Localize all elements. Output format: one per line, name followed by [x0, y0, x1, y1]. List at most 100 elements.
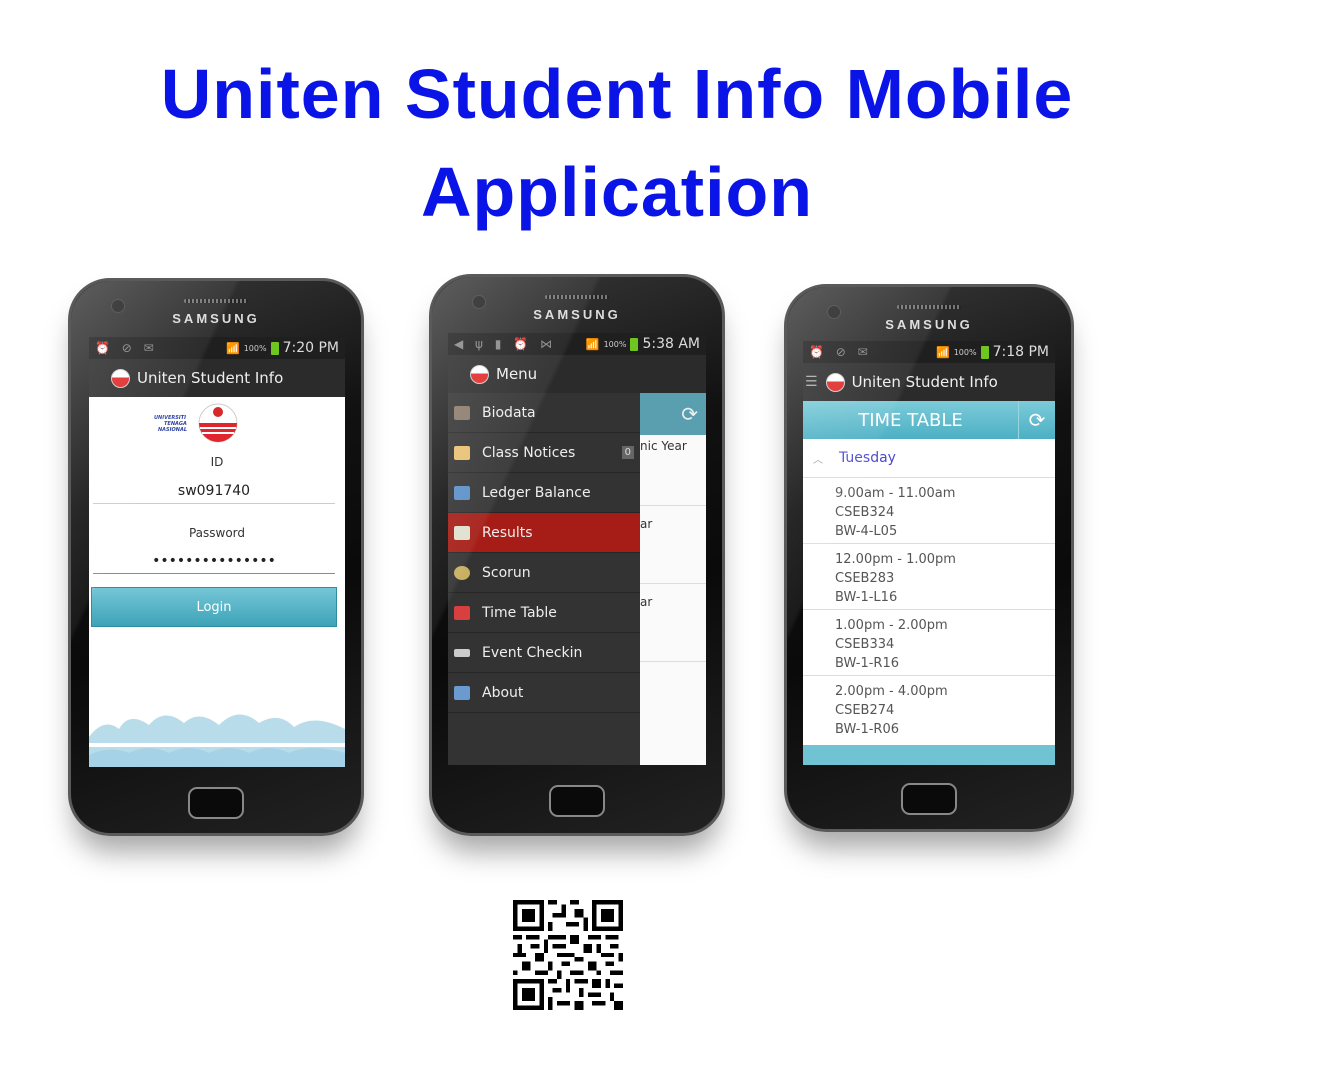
slot-room: BW-1-R06 [835, 722, 900, 737]
id-label: ID [210, 455, 224, 469]
day-header[interactable]: ︿ Tuesday [803, 439, 1055, 478]
menu-item-time-table[interactable]: Time Table [448, 593, 640, 633]
home-button[interactable] [549, 785, 605, 817]
slot-time: 12.00pm - 1.00pm [835, 552, 956, 567]
navigation-drawer: Biodata Class Notices 0 Ledger Balance R… [448, 393, 640, 765]
slot-code: CSEB324 [835, 505, 895, 520]
status-bar: ⏰ ⊘ ✉ 📶 100% 7:18 PM [803, 341, 1055, 363]
battery-percent: 100% [243, 343, 267, 353]
phone-login: SAMSUNG ⏰ ⊘ ✉ 📶 100% 7:20 PM Uniten Stud… [68, 278, 364, 836]
menu-item-label: Class Notices [482, 444, 576, 461]
menu-title: Menu [496, 365, 538, 383]
background-text: ar [640, 517, 653, 531]
university-logo: UNIVERSITI TENAGA NASIONAL [154, 403, 238, 443]
menu-item-event-checkin[interactable]: Event Checkin [448, 633, 640, 673]
menu-item-label: About [482, 684, 524, 701]
speaker-grille [897, 305, 961, 309]
calendar-icon [454, 605, 470, 620]
status-bar: ⏰ ⊘ ✉ 📶 100% 7:20 PM [89, 337, 345, 359]
menu-item-label: Ledger Balance [482, 484, 591, 501]
notepad-icon [454, 445, 470, 460]
app-title: Uniten Student Info [851, 373, 998, 391]
slot-time: 1.00pm - 2.00pm [835, 618, 948, 633]
menu-item-scorun[interactable]: Scorun [448, 553, 640, 593]
password-field[interactable]: ••••••••••••••• [93, 553, 335, 574]
login-button[interactable]: Login [91, 587, 337, 627]
speaker-grille [184, 299, 248, 303]
qr-code [513, 900, 623, 1010]
timetable-title: TIME TABLE [858, 409, 963, 431]
home-button[interactable] [188, 787, 244, 819]
battery-percent: 100% [603, 339, 627, 349]
menu-item-class-notices[interactable]: Class Notices 0 [448, 433, 640, 473]
app-logo-icon [470, 364, 489, 384]
menu-item-label: Biodata [482, 404, 536, 421]
refresh-icon[interactable]: ⟳ [1018, 401, 1055, 439]
slot-time: 9.00am - 11.00am [835, 486, 956, 501]
chevron-up-icon: ︿ [813, 454, 823, 466]
day-label: Tuesday [839, 450, 896, 466]
home-button[interactable] [901, 783, 957, 815]
background-content: ⟳ nic Year ar ar [640, 393, 706, 765]
menu-item-about[interactable]: About [448, 673, 640, 713]
about-icon [454, 685, 470, 700]
drawer-area: ⟳ nic Year ar ar Biodata Class Notices 0 [448, 393, 706, 765]
footer-bar [803, 745, 1055, 765]
action-bar[interactable]: Menu [448, 355, 706, 393]
phone-menu: SAMSUNG ◀ ψ ▮ ⏰ ⋈ 📶 100% 5:38 AM Menu ⟳ … [429, 274, 725, 836]
menu-item-label: Event Checkin [482, 644, 583, 661]
action-bar: Uniten Student Info [89, 359, 345, 397]
app-logo-icon [111, 368, 130, 388]
list-item[interactable]: 2.00pm - 4.00pm CSEB274 BW-1-R06 [803, 676, 1055, 742]
phone-brand: SAMSUNG [533, 307, 621, 322]
notification-icons: ⏰ ⊘ ✉ [809, 345, 872, 359]
login-form: UNIVERSITI TENAGA NASIONAL ID sw091740 P… [89, 397, 345, 767]
menu-item-label: Time Table [482, 604, 557, 621]
speaker-grille [545, 295, 609, 299]
app-logo-icon [825, 372, 845, 392]
background-text: nic Year [640, 439, 687, 453]
phone-timetable: SAMSUNG ⏰ ⊘ ✉ 📶 100% 7:18 PM ☰ Uniten St… [784, 284, 1074, 832]
hamburger-icon[interactable]: ☰ [805, 374, 818, 390]
list-item[interactable]: 9.00am - 11.00am CSEB324 BW-4-L05 [803, 478, 1055, 544]
slot-time: 2.00pm - 4.00pm [835, 684, 948, 699]
battery-icon [630, 337, 639, 351]
action-bar[interactable]: ☰ Uniten Student Info [803, 363, 1055, 401]
slot-code: CSEB334 [835, 637, 895, 652]
menu-item-label: Results [482, 524, 533, 541]
slot-room: BW-1-R16 [835, 656, 900, 671]
menu-item-results[interactable]: Results [448, 513, 640, 553]
app-title: Uniten Student Info [137, 369, 284, 387]
menu-item-biodata[interactable]: Biodata [448, 393, 640, 433]
password-label: Password [188, 526, 246, 540]
slot-code: CSEB274 [835, 703, 895, 718]
phone-brand: SAMSUNG [885, 317, 973, 332]
timetable-view: TIME TABLE ⟳ ︿ Tuesday 9.00am - 11.00am … [803, 401, 1055, 765]
signal-icon: 📶 [226, 341, 240, 355]
list-item[interactable]: 1.00pm - 2.00pm CSEB334 BW-1-R16 [803, 610, 1055, 676]
refresh-icon: ⟳ [640, 393, 706, 435]
clock: 5:38 AM [642, 336, 700, 352]
wifi-checkin-icon [454, 648, 470, 657]
person-icon [454, 405, 470, 420]
page-title: Uniten Student Info Mobile [160, 55, 1074, 133]
screen: ⏰ ⊘ ✉ 📶 100% 7:18 PM ☰ Uniten Student In… [803, 341, 1055, 765]
battery-icon [980, 345, 989, 359]
results-icon [454, 525, 470, 540]
stopwatch-icon [454, 565, 470, 580]
phone-brand: SAMSUNG [172, 311, 260, 326]
notice-count-badge: 0 [621, 446, 634, 459]
status-bar: ◀ ψ ▮ ⏰ ⋈ 📶 100% 5:38 AM [448, 333, 706, 355]
id-field[interactable]: sw091740 [93, 483, 335, 504]
clock: 7:20 PM [282, 340, 339, 356]
clouds-decoration [89, 714, 345, 767]
menu-item-ledger-balance[interactable]: Ledger Balance [448, 473, 640, 513]
slot-code: CSEB283 [835, 571, 895, 586]
slot-room: BW-1-L16 [835, 590, 898, 605]
clock: 7:18 PM [992, 344, 1049, 360]
signal-icon: 📶 [936, 345, 950, 359]
notification-icons: ◀ ψ ▮ ⏰ ⋈ [454, 337, 556, 351]
list-item[interactable]: 12.00pm - 1.00pm CSEB283 BW-1-L16 [803, 544, 1055, 610]
battery-percent: 100% [953, 347, 977, 357]
monitor-icon [454, 485, 470, 500]
